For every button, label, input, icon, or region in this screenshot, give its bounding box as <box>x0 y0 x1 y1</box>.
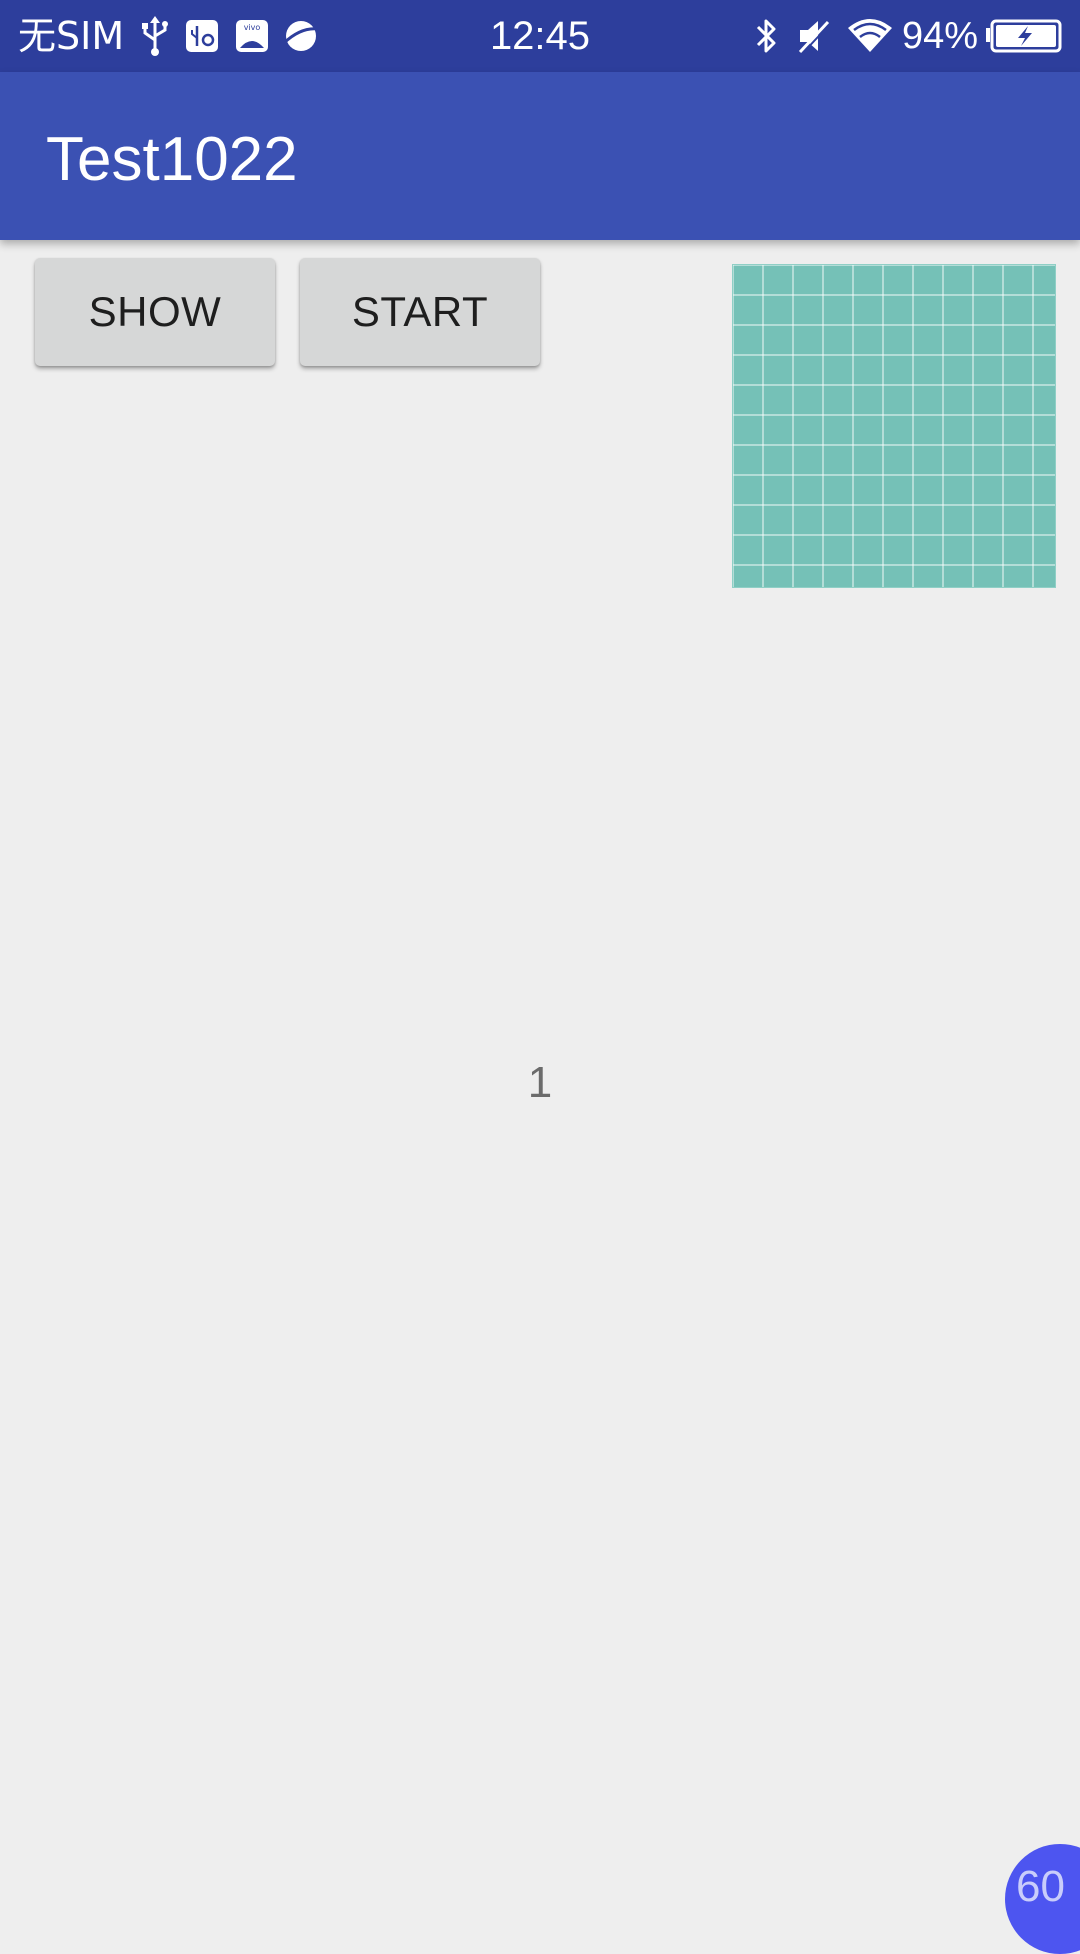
status-bar: 无SIM vivo 12:45 94% <box>0 0 1080 72</box>
bluetooth-icon <box>752 14 780 58</box>
wifi-icon <box>846 14 894 58</box>
battery-charging-icon <box>984 14 1064 58</box>
app-title: Test1022 <box>46 125 298 194</box>
start-button[interactable]: START <box>300 258 540 366</box>
grid-image-view <box>732 264 1056 588</box>
counter-text: 1 <box>527 1058 553 1107</box>
mute-icon <box>796 14 832 58</box>
app-bar: Test1022 <box>0 72 1080 240</box>
show-button[interactable]: SHOW <box>35 258 275 366</box>
fps-value: 60 <box>1016 1862 1065 1911</box>
battery-percent: 94% <box>902 15 979 57</box>
